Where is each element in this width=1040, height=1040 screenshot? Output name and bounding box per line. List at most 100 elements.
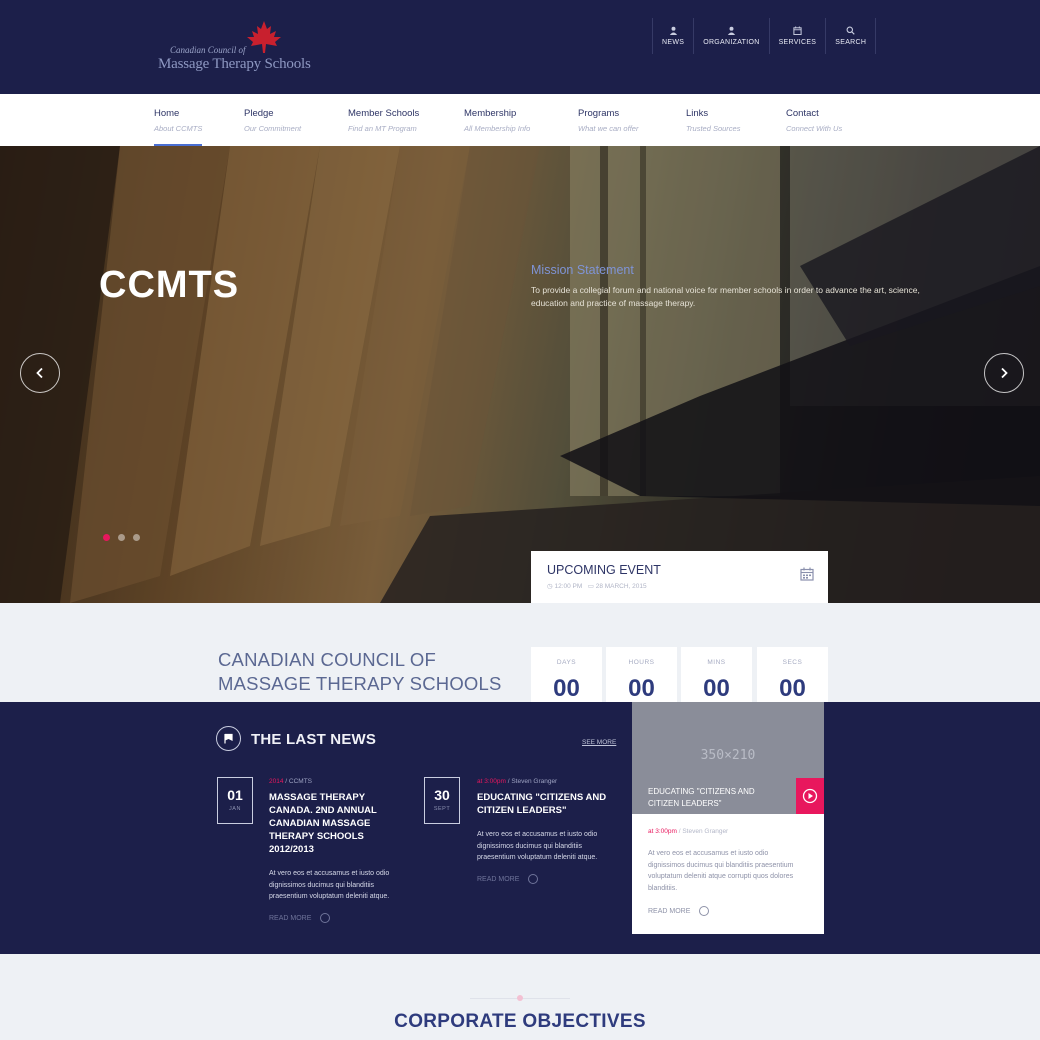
featured-caption: EDUCATING "CITIZENS AND CITIZEN LEADERS" bbox=[648, 787, 755, 808]
nav-item-membership[interactable]: Membership All Membership Info bbox=[464, 108, 530, 133]
event-title: UPCOMING EVENT bbox=[547, 563, 661, 577]
latest-news-section: THE LAST NEWS SEE MORE 01 JAN 2014 / CCM… bbox=[0, 702, 1040, 954]
image-placeholder-size: 350×210 bbox=[700, 748, 756, 763]
article-excerpt: At vero eos et accusamus et iusto odio d… bbox=[477, 831, 598, 861]
nav-item-sublabel: Our Commitment bbox=[244, 124, 302, 133]
council-line-2: MASSAGE THERAPY SCHOOLS bbox=[218, 673, 502, 694]
read-more-link[interactable]: READ MORE bbox=[269, 913, 331, 923]
article-meta-accent: at 3:00pm bbox=[477, 778, 506, 785]
read-more-label: READ MORE bbox=[269, 914, 312, 922]
nav-item-member-schools[interactable]: Member Schools Find an MT Program bbox=[348, 108, 419, 133]
quick-link-search[interactable]: SEARCH bbox=[825, 18, 877, 54]
nav-item-sublabel: Connect With Us bbox=[786, 124, 843, 133]
nav-item-sublabel: Find an MT Program bbox=[348, 124, 417, 133]
quick-link-news[interactable]: NEWS bbox=[652, 18, 693, 54]
nav-item-label: Links bbox=[686, 108, 709, 119]
nav-item-programs[interactable]: Programs What we can offer bbox=[578, 108, 638, 133]
countdown-value: 00 bbox=[703, 675, 730, 702]
quick-link-organization[interactable]: ORGANIZATION bbox=[693, 18, 768, 54]
nav-item-label: Programs bbox=[578, 108, 620, 119]
featured-read-more-link[interactable]: READ MORE bbox=[648, 906, 710, 916]
slider-dots bbox=[103, 534, 140, 541]
article-title[interactable]: MASSAGE THERAPY CANADA. 2ND ANNUAL CANAD… bbox=[269, 791, 404, 856]
countdown-label: HOURS bbox=[628, 659, 655, 666]
main-nav: Home About CCMTS Pledge Our Commitment M… bbox=[0, 94, 1040, 146]
featured-meta-rest: / Steven Granger bbox=[676, 828, 729, 835]
countdown-hours: HOURS 00 bbox=[606, 647, 677, 702]
hero-background-image bbox=[0, 146, 1040, 603]
top-header: Canadian Council of Massage Therapy Scho… bbox=[0, 0, 1040, 94]
featured-meta-accent: at 3:00pm bbox=[648, 828, 677, 835]
page: Canadian Council of Massage Therapy Scho… bbox=[0, 0, 1040, 1040]
article-day: 01 bbox=[227, 787, 243, 803]
nav-item-sublabel: What we can offer bbox=[578, 124, 639, 133]
upcoming-event-card[interactable]: UPCOMING EVENT ◷ 12:00 PM ▭ 28 MARCH, 20… bbox=[531, 551, 828, 603]
nav-item-contact[interactable]: Contact Connect With Us bbox=[786, 108, 842, 133]
quick-link-services[interactable]: SERVICES bbox=[768, 18, 826, 54]
quick-link-label: SERVICES bbox=[778, 39, 817, 46]
corporate-objectives-title: CORPORATE OBJECTIVES bbox=[394, 1011, 646, 1032]
calendar-icon bbox=[793, 26, 802, 35]
calendar-icon: ▭ bbox=[587, 583, 594, 590]
article-day: 30 bbox=[434, 787, 450, 803]
play-button[interactable] bbox=[796, 778, 824, 814]
nav-item-pledge[interactable]: Pledge Our Commitment bbox=[244, 108, 301, 133]
read-more-label: READ MORE bbox=[648, 907, 691, 915]
countdown-value: 00 bbox=[628, 675, 655, 702]
nav-item-home[interactable]: Home About CCMTS bbox=[154, 108, 203, 146]
article-meta: 2014 / CCMTS bbox=[269, 778, 312, 785]
logo-line-1: Canadian Council of bbox=[170, 45, 246, 55]
chevron-left-icon bbox=[36, 367, 43, 379]
nav-item-sublabel: All Membership Info bbox=[464, 124, 531, 133]
featured-news-card[interactable]: 350×210 EDUCATING "CITIZENS AND CITIZEN … bbox=[632, 702, 824, 934]
user-icon bbox=[669, 26, 677, 35]
article-month: JAN bbox=[229, 806, 241, 812]
divider-dot bbox=[517, 995, 523, 1001]
countdown-secs: SECS 00 bbox=[757, 647, 828, 702]
logo-line-2: Massage Therapy Schools bbox=[158, 56, 311, 72]
nav-item-sublabel: About CCMTS bbox=[154, 124, 203, 133]
read-more-label: READ MORE bbox=[477, 875, 520, 883]
slider-dot-3[interactable] bbox=[133, 534, 140, 541]
slider-dot-1[interactable] bbox=[103, 534, 110, 541]
article-meta: at 3:00pm / Steven Granger bbox=[477, 778, 557, 785]
countdown-label: DAYS bbox=[556, 659, 577, 666]
nav-item-label: Home bbox=[154, 108, 180, 119]
quick-link-label: NEWS bbox=[662, 39, 685, 46]
nav-item-label: Membership bbox=[464, 108, 517, 119]
site-logo[interactable]: Canadian Council of Massage Therapy Scho… bbox=[158, 20, 328, 76]
event-meta: ◷ 12:00 PM ▭ 28 MARCH, 2015 bbox=[547, 582, 647, 590]
article-title[interactable]: EDUCATING "CITIZENS AND CITIZEN LEADERS" bbox=[477, 791, 622, 817]
search-icon bbox=[846, 26, 855, 35]
event-time: 12:00 PM bbox=[554, 583, 583, 590]
nav-item-label: Contact bbox=[786, 108, 819, 119]
circle-arrow-icon bbox=[699, 906, 710, 916]
countdown-label: SECS bbox=[782, 659, 803, 666]
countdown-value: 00 bbox=[553, 675, 580, 702]
read-more-link[interactable]: READ MORE bbox=[477, 874, 539, 884]
slider-prev-button[interactable] bbox=[20, 353, 60, 393]
article-date-badge: 01 JAN bbox=[217, 777, 253, 824]
chevron-right-icon bbox=[1001, 367, 1008, 379]
slider-dot-2[interactable] bbox=[118, 534, 125, 541]
slider-next-button[interactable] bbox=[984, 353, 1024, 393]
article-meta-rest: / CCMTS bbox=[283, 778, 312, 785]
hero-slider: CCMTS Mission Statement To provide a col… bbox=[0, 146, 1040, 603]
mission-heading: Mission Statement bbox=[531, 263, 634, 277]
circle-arrow-icon bbox=[528, 874, 539, 884]
nav-item-links[interactable]: Links Trusted Sources bbox=[686, 108, 740, 133]
article-excerpt: At vero eos et accusamus et iusto odio d… bbox=[269, 870, 390, 900]
user-icon bbox=[727, 26, 735, 35]
calendar-icon bbox=[800, 567, 814, 581]
countdown-days: DAYS 00 bbox=[531, 647, 602, 702]
countdown-value: 00 bbox=[779, 675, 806, 702]
council-line-1: CANADIAN COUNCIL OF bbox=[218, 649, 436, 670]
nav-item-sublabel: Trusted Sources bbox=[686, 124, 741, 133]
nav-item-label: Member Schools bbox=[348, 108, 420, 119]
countdown-mins: MINS 00 bbox=[681, 647, 752, 702]
nav-item-label: Pledge bbox=[244, 108, 274, 119]
article-meta-rest: / Steven Granger bbox=[505, 778, 558, 785]
see-more-link[interactable]: SEE MORE bbox=[582, 739, 616, 746]
mission-text: To provide a collegial forum and nationa… bbox=[531, 285, 920, 308]
event-date: 28 MARCH, 2015 bbox=[595, 583, 647, 590]
